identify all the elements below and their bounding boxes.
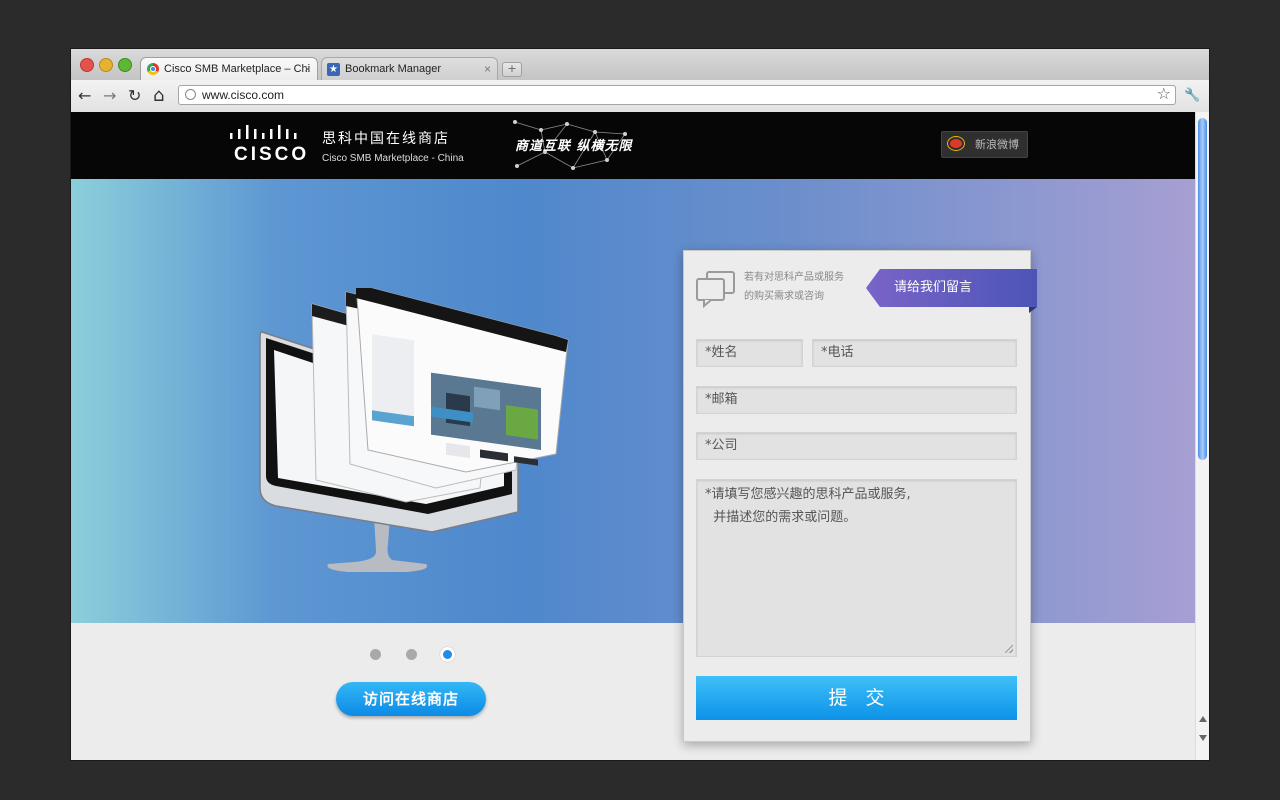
bookmark-star-icon[interactable]: ☆ (1157, 84, 1171, 104)
zoom-window-button[interactable] (118, 58, 132, 72)
close-tab-icon[interactable]: × (304, 58, 311, 80)
weibo-button[interactable]: 新浪微博 (941, 131, 1028, 158)
resize-grip-icon[interactable] (1005, 645, 1013, 653)
carousel-dot[interactable] (370, 649, 381, 660)
slogan: 商道互联 纵横无限 (515, 139, 633, 154)
scrollbar-thumb[interactable] (1198, 118, 1207, 460)
back-button[interactable]: ← (78, 85, 91, 107)
minimize-window-button[interactable] (99, 58, 113, 72)
scroll-down-arrow-icon[interactable] (1199, 735, 1207, 741)
star-favicon-icon: ★ (327, 63, 340, 76)
visit-store-button[interactable]: 访问在线商店 (336, 682, 486, 716)
name-placeholder: *姓名 (705, 345, 738, 360)
tab-bookmark-manager[interactable]: ★ Bookmark Manager × (321, 57, 498, 80)
tab-title: Bookmark Manager (345, 63, 441, 75)
ribbon-fold (1029, 307, 1037, 313)
tab-title: Cisco SMB Marketplace – Chi (164, 63, 311, 75)
cisco-bars-icon (230, 125, 297, 139)
site-subtitle-en: Cisco SMB Marketplace - China (322, 153, 464, 164)
carousel-dot-active[interactable] (440, 647, 455, 662)
chat-bubble-icon (696, 271, 735, 308)
close-tab-icon[interactable]: × (484, 58, 491, 80)
ribbon-label: 请给我们留言 (894, 280, 973, 295)
logo-wordmark: CISCO (234, 144, 310, 165)
reload-button[interactable]: ↻ (128, 85, 141, 107)
weibo-label: 新浪微博 (975, 138, 1019, 151)
email-input[interactable]: *邮箱 (696, 386, 1017, 414)
new-tab-button[interactable]: + (502, 62, 522, 77)
wrench-icon[interactable]: 🔧 (1184, 86, 1200, 106)
scroll-up-arrow-icon[interactable] (1199, 716, 1207, 722)
tab-strip: Cisco SMB Marketplace – Chi × ★ Bookmark… (71, 49, 1209, 80)
monitor-illustration (259, 288, 569, 572)
form-intro-line1: 若有对思科产品或服务 (744, 272, 844, 283)
name-input[interactable]: *姓名 (696, 339, 803, 367)
site-title-cn: 思科中国在线商店 (322, 131, 450, 147)
email-placeholder: *邮箱 (705, 392, 738, 407)
globe-icon (185, 89, 196, 100)
chrome-favicon-icon (147, 63, 159, 75)
site-header: CISCO 思科中国在线商店 Cisco SMB Marketplace - C… (71, 112, 1195, 179)
message-placeholder-line2: 并描述您的需求或问题。 (705, 510, 857, 525)
browser-toolbar: ← → ↻ ⌂ www.cisco.com ☆ 🔧 (71, 80, 1209, 113)
message-textarea[interactable]: *请填写您感兴趣的思科产品或服务, 并描述您的需求或问题。 (696, 479, 1017, 657)
home-button[interactable]: ⌂ (153, 85, 164, 107)
page-content: CISCO 思科中国在线商店 Cisco SMB Marketplace - C… (71, 112, 1195, 760)
form-intro-line2: 的购买需求或咨询 (744, 291, 824, 302)
forward-button[interactable]: → (103, 85, 116, 107)
leave-message-ribbon: 请给我们留言 (866, 269, 1037, 307)
phone-placeholder: *电话 (821, 345, 854, 360)
cisco-logo[interactable]: CISCO (229, 124, 306, 166)
carousel-dot[interactable] (406, 649, 417, 660)
tab-cisco[interactable]: Cisco SMB Marketplace – Chi × (140, 57, 318, 80)
url-text: www.cisco.com (202, 88, 285, 102)
close-window-button[interactable] (80, 58, 94, 72)
company-placeholder: *公司 (705, 438, 738, 453)
contact-form: 若有对思科产品或服务 的购买需求或咨询 请给我们留言 *姓名 *电话 *邮箱 *… (683, 250, 1037, 742)
browser-window: Cisco SMB Marketplace – Chi × ★ Bookmark… (71, 49, 1209, 760)
submit-button[interactable]: 提 交 (696, 676, 1017, 720)
weibo-icon (948, 137, 964, 150)
message-placeholder-line1: *请填写您感兴趣的思科产品或服务, (705, 487, 911, 502)
address-bar[interactable]: www.cisco.com ☆ (178, 84, 1176, 105)
page-scrollbar[interactable] (1195, 112, 1209, 760)
company-input[interactable]: *公司 (696, 432, 1017, 460)
phone-input[interactable]: *电话 (812, 339, 1017, 367)
